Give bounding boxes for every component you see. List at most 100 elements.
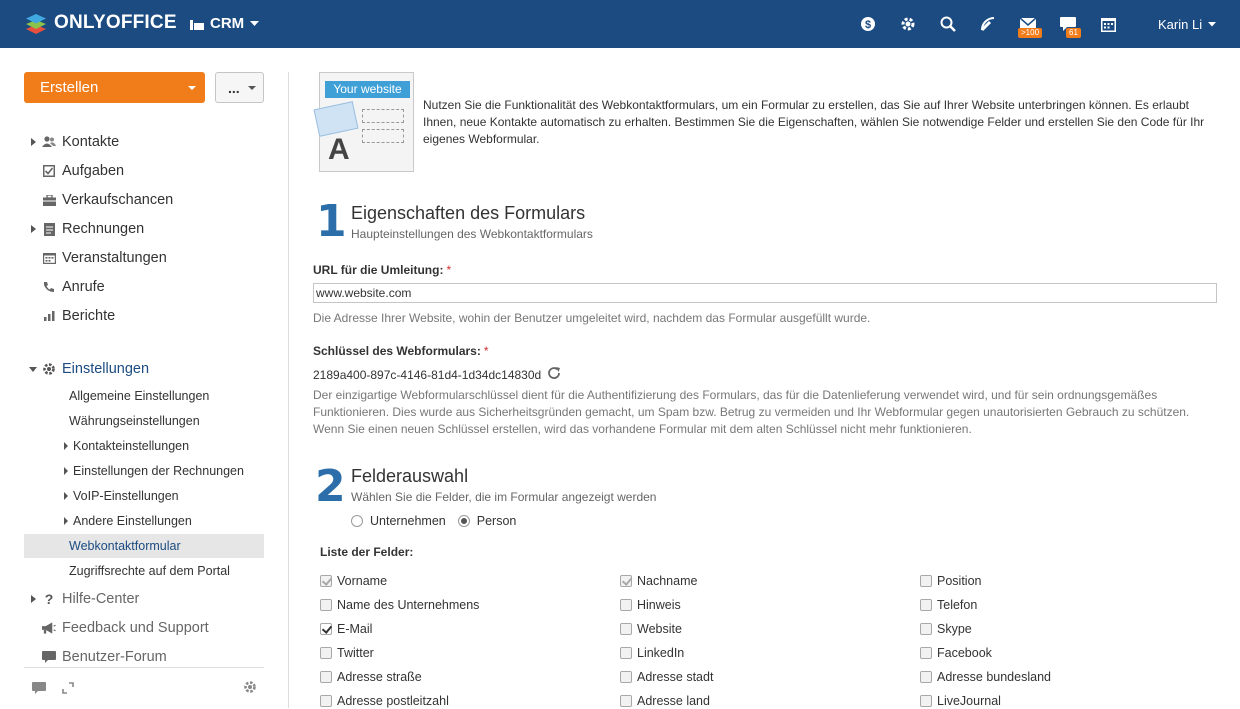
sidebar: Erstellen ... Kontakte Aufgaben Verkaufs… bbox=[0, 48, 288, 708]
redirect-url-input[interactable] bbox=[313, 283, 1217, 303]
sidebar-item-verkaufschancen[interactable]: Verkaufschancen bbox=[24, 188, 264, 212]
field-position[interactable]: Position bbox=[920, 573, 981, 589]
field-twitter[interactable]: Twitter bbox=[320, 645, 374, 661]
more-actions-button[interactable]: ... bbox=[215, 72, 264, 103]
settings-item-zugriffsrechte[interactable]: Zugriffsrechte auf dem Portal bbox=[24, 559, 264, 583]
sidebar-item-berichte[interactable]: Berichte bbox=[24, 304, 264, 328]
field-label: Adresse postleitzahl bbox=[337, 694, 449, 708]
checkbox[interactable] bbox=[620, 623, 632, 635]
required-mark: * bbox=[483, 344, 489, 358]
sidebar-item-feedback[interactable]: Feedback und Support bbox=[24, 616, 264, 640]
dollar-icon[interactable]: $ bbox=[858, 14, 878, 34]
logo[interactable]: ONLYOFFICE bbox=[24, 11, 177, 35]
gear-icon[interactable] bbox=[243, 680, 257, 699]
tasks-icon bbox=[42, 164, 56, 178]
settings-item-label: Kontakteinstellungen bbox=[73, 439, 190, 453]
radio-person[interactable] bbox=[457, 515, 470, 527]
collapse-arrow-icon[interactable] bbox=[29, 367, 37, 372]
calendar-icon[interactable] bbox=[1098, 14, 1118, 34]
settings-item-webkontaktformular[interactable]: Webkontaktformular bbox=[24, 534, 264, 558]
expand-arrow-icon[interactable] bbox=[31, 138, 36, 146]
field-telefon[interactable]: Telefon bbox=[920, 597, 977, 613]
field-address-country[interactable]: Adresse land bbox=[620, 693, 710, 709]
checkbox[interactable] bbox=[320, 647, 332, 659]
sidebar-item-hilfe-center[interactable]: ? Hilfe-Center bbox=[24, 587, 264, 611]
fields-list-label: Liste der Felder: bbox=[320, 545, 414, 559]
sidebar-item-rechnungen[interactable]: Rechnungen bbox=[24, 217, 264, 241]
field-livejournal[interactable]: LiveJournal bbox=[920, 693, 1001, 709]
checkbox[interactable] bbox=[920, 599, 932, 611]
illustration-header: Your website bbox=[325, 81, 410, 98]
field-linkedin[interactable]: LinkedIn bbox=[620, 645, 684, 661]
checkbox[interactable] bbox=[620, 647, 632, 659]
field-address-street[interactable]: Adresse straße bbox=[320, 669, 422, 685]
sidebar-item-forum[interactable]: Benutzer-Forum bbox=[24, 645, 264, 669]
expand-arrow-icon[interactable] bbox=[31, 595, 36, 603]
refresh-icon[interactable] bbox=[547, 366, 561, 383]
step-title: Felderauswahl bbox=[351, 466, 469, 486]
module-switcher[interactable]: CRM bbox=[190, 15, 260, 32]
settings-item-allgemeine[interactable]: Allgemeine Einstellungen bbox=[24, 384, 264, 408]
sidebar-item-label: Benutzer-Forum bbox=[62, 649, 167, 665]
required-mark: * bbox=[446, 263, 452, 277]
checkbox[interactable] bbox=[620, 695, 632, 707]
feed-icon[interactable] bbox=[978, 14, 998, 34]
expand-arrow-icon[interactable] bbox=[64, 467, 68, 475]
checkbox[interactable] bbox=[920, 647, 932, 659]
checkbox[interactable] bbox=[320, 575, 332, 587]
field-address-city[interactable]: Adresse stadt bbox=[620, 669, 713, 685]
field-label: Name des Unternehmens bbox=[337, 598, 480, 612]
checkbox[interactable] bbox=[620, 671, 632, 683]
field-address-zip[interactable]: Adresse postleitzahl bbox=[320, 693, 449, 709]
create-button[interactable]: Erstellen bbox=[24, 72, 205, 103]
settings-item-rechnungen[interactable]: Einstellungen der Rechnungen bbox=[24, 459, 264, 483]
sidebar-item-kontakte[interactable]: Kontakte bbox=[24, 130, 264, 154]
expand-arrow-icon[interactable] bbox=[64, 442, 68, 450]
checkbox[interactable] bbox=[920, 623, 932, 635]
checkbox[interactable] bbox=[320, 695, 332, 707]
step-title: Eigenschaften des Formulars bbox=[351, 203, 586, 223]
sidebar-item-veranstaltungen[interactable]: Veranstaltungen bbox=[24, 246, 264, 270]
field-skype[interactable]: Skype bbox=[920, 621, 972, 637]
sidebar-item-einstellungen[interactable]: Einstellungen bbox=[24, 357, 264, 381]
expand-arrow-icon[interactable] bbox=[64, 492, 68, 500]
expand-arrow-icon[interactable] bbox=[64, 517, 68, 525]
checkbox[interactable] bbox=[620, 575, 632, 587]
settings-item-andere[interactable]: Andere Einstellungen bbox=[24, 509, 264, 533]
radio-company[interactable] bbox=[351, 515, 363, 527]
checkbox[interactable] bbox=[620, 599, 632, 611]
illustration-field bbox=[362, 109, 404, 123]
field-label: Nachname bbox=[637, 574, 698, 588]
illustration-letter: A bbox=[328, 133, 350, 166]
sidebar-item-aufgaben[interactable]: Aufgaben bbox=[24, 159, 264, 183]
expand-arrow-icon[interactable] bbox=[31, 225, 36, 233]
checkbox[interactable] bbox=[320, 599, 332, 611]
search-icon[interactable] bbox=[938, 14, 958, 34]
collapse-sidebar-icon[interactable] bbox=[62, 681, 74, 699]
sidebar-item-anrufe[interactable]: Anrufe bbox=[24, 275, 264, 299]
field-hinweis[interactable]: Hinweis bbox=[620, 597, 681, 613]
field-facebook[interactable]: Facebook bbox=[920, 645, 992, 661]
web-form-illustration: Your website A bbox=[313, 72, 414, 172]
checkbox[interactable] bbox=[320, 623, 332, 635]
field-vorname[interactable]: Vorname bbox=[320, 573, 387, 589]
field-nachname[interactable]: Nachname bbox=[620, 573, 697, 589]
field-website[interactable]: Website bbox=[620, 621, 682, 637]
checkbox[interactable] bbox=[920, 695, 932, 707]
settings-item-label: Allgemeine Einstellungen bbox=[69, 389, 210, 403]
field-address-state[interactable]: Adresse bundesland bbox=[920, 669, 1051, 685]
settings-item-waehrung[interactable]: Währungseinstellungen bbox=[24, 409, 264, 433]
field-email[interactable]: E-Mail bbox=[320, 621, 372, 637]
checkbox[interactable] bbox=[920, 671, 932, 683]
chat-icon[interactable] bbox=[32, 681, 46, 699]
settings-item-voip[interactable]: VoIP-Einstellungen bbox=[24, 484, 264, 508]
forum-icon bbox=[42, 650, 56, 664]
field-label: Facebook bbox=[937, 646, 992, 660]
checkbox[interactable] bbox=[920, 575, 932, 587]
settings-item-kontakte[interactable]: Kontakteinstellungen bbox=[24, 434, 264, 458]
field-company-name[interactable]: Name des Unternehmens bbox=[320, 597, 479, 613]
checkbox[interactable] bbox=[320, 671, 332, 683]
gear-icon[interactable] bbox=[898, 14, 918, 34]
user-menu[interactable]: Karin Li bbox=[1158, 17, 1217, 32]
key-field-label: Schlüssel des Webformulars: * bbox=[313, 344, 489, 358]
